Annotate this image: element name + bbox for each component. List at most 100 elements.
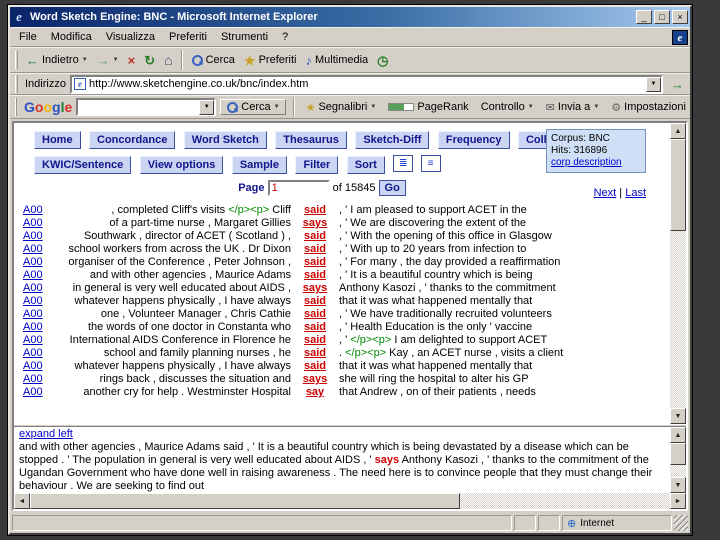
context-vertical-scrollbar[interactable]: ▲ ▼ bbox=[670, 427, 686, 493]
nav-frequency[interactable]: Frequency bbox=[437, 131, 510, 149]
doc-ref-link[interactable]: A00 bbox=[23, 308, 43, 320]
menu-preferiti[interactable]: Preferiti bbox=[162, 29, 214, 45]
back-dropdown-icon[interactable]: ▼ bbox=[82, 57, 88, 63]
doc-ref-link[interactable]: A00 bbox=[23, 217, 43, 229]
history-button[interactable]: ◷ bbox=[373, 52, 392, 69]
context-scroll-down-icon[interactable]: ▼ bbox=[670, 477, 686, 493]
doc-ref-link[interactable]: A00 bbox=[23, 269, 43, 281]
menu-help[interactable]: ? bbox=[275, 29, 295, 45]
home-button[interactable]: ⌂ bbox=[160, 52, 176, 69]
kwic-link[interactable]: said bbox=[304, 295, 326, 307]
forward-button[interactable]: → ▼ bbox=[93, 52, 123, 69]
kwic-link[interactable]: said bbox=[304, 360, 326, 372]
main-scrollbar-track[interactable] bbox=[670, 231, 686, 408]
google-search-input[interactable] bbox=[78, 100, 200, 114]
nav-sketch-diff[interactable]: Sketch-Diff bbox=[355, 131, 430, 149]
corpus-description-link[interactable]: corp description bbox=[551, 157, 622, 168]
nav-concordance[interactable]: Concordance bbox=[89, 131, 176, 149]
google-sendto-button[interactable]: ✉ Invia a ▼ bbox=[542, 100, 604, 115]
kwic-link[interactable]: says bbox=[303, 282, 327, 294]
kwic-link[interactable]: says bbox=[303, 217, 327, 229]
kwic-link[interactable]: said bbox=[304, 334, 326, 346]
kwic-link[interactable]: said bbox=[304, 256, 326, 268]
sort-button[interactable]: Sort bbox=[346, 156, 385, 174]
kwic-link[interactable]: said bbox=[304, 269, 326, 281]
menu-visualizza[interactable]: Visualizza bbox=[99, 29, 162, 45]
context-scroll-up-icon[interactable]: ▲ bbox=[670, 427, 686, 443]
nav-view-options[interactable]: View options bbox=[139, 156, 224, 174]
page-number-input[interactable] bbox=[267, 180, 330, 196]
addressbar-grip[interactable] bbox=[15, 75, 18, 93]
doc-ref-link[interactable]: A00 bbox=[23, 360, 43, 372]
google-search-button[interactable]: Cerca ▼ bbox=[220, 99, 286, 115]
google-search-dropdown[interactable]: ▼ bbox=[199, 99, 215, 115]
doc-ref-link[interactable]: A00 bbox=[23, 373, 43, 385]
doc-ref-link[interactable]: A00 bbox=[23, 282, 43, 294]
sort-frequency-icon-button[interactable]: ≣ bbox=[393, 155, 414, 173]
google-spellcheck-button[interactable]: Controllo ▼ bbox=[477, 100, 538, 114]
address-input[interactable] bbox=[88, 77, 643, 91]
main-scrollbar-thumb[interactable] bbox=[670, 139, 686, 231]
horizontal-scrollbar[interactable]: ◄ ► bbox=[14, 493, 686, 509]
scroll-right-icon[interactable]: ► bbox=[670, 493, 686, 509]
next-page-link[interactable]: Next bbox=[594, 187, 617, 199]
scroll-up-icon[interactable]: ▲ bbox=[670, 123, 686, 139]
favorites-button[interactable]: ★ Preferiti bbox=[240, 52, 301, 69]
nav-home[interactable]: Home bbox=[34, 131, 81, 149]
toolbar-grip[interactable] bbox=[15, 51, 18, 69]
doc-ref-link[interactable]: A00 bbox=[23, 230, 43, 242]
kwic-link[interactable]: say bbox=[306, 386, 324, 398]
expand-left-link[interactable]: expand left bbox=[19, 428, 73, 441]
doc-ref-link[interactable]: A00 bbox=[23, 204, 43, 216]
nav-word-sketch[interactable]: Word Sketch bbox=[183, 131, 267, 149]
kwic-link[interactable]: said bbox=[304, 347, 326, 359]
minimize-button[interactable]: _ bbox=[636, 10, 652, 24]
kwic-link[interactable]: said bbox=[304, 243, 326, 255]
doc-ref-link[interactable]: A00 bbox=[23, 295, 43, 307]
doc-ref-link[interactable]: A00 bbox=[23, 386, 43, 398]
kwic-link[interactable]: says bbox=[303, 373, 327, 385]
context-scrollbar-track[interactable] bbox=[670, 465, 686, 477]
go-icon[interactable]: → bbox=[667, 77, 688, 92]
last-page-link[interactable]: Last bbox=[625, 187, 646, 199]
nav-kwic-sentence[interactable]: KWIC/Sentence bbox=[34, 156, 132, 174]
doc-ref-link[interactable]: A00 bbox=[23, 321, 43, 333]
context-scrollbar-thumb[interactable] bbox=[670, 443, 686, 465]
back-button[interactable]: ← Indietro ▼ bbox=[22, 52, 92, 69]
doc-ref-link[interactable]: A00 bbox=[23, 334, 43, 346]
go-button[interactable]: Go bbox=[378, 180, 406, 196]
refresh-button[interactable]: ↻ bbox=[140, 52, 159, 69]
kwic-link[interactable]: said bbox=[304, 308, 326, 320]
kwic-link[interactable]: said bbox=[304, 321, 326, 333]
sort-order-icon-button[interactable]: ≡ bbox=[420, 155, 441, 173]
kwic-link[interactable]: said bbox=[304, 204, 326, 216]
google-bookmarks-button[interactable]: ★ Segnalibri ▼ bbox=[302, 100, 381, 115]
menu-file[interactable]: File bbox=[12, 29, 44, 45]
doc-ref-link[interactable]: A00 bbox=[23, 256, 43, 268]
scroll-left-icon[interactable]: ◄ bbox=[14, 493, 30, 509]
google-settings-button[interactable]: ⚙ Impostazioni ▼ bbox=[607, 100, 699, 115]
google-pagerank-button[interactable]: PageRank bbox=[384, 100, 472, 114]
menu-modifica[interactable]: Modifica bbox=[44, 29, 99, 45]
kwic-link[interactable]: said bbox=[304, 230, 326, 242]
menu-strumenti[interactable]: Strumenti bbox=[214, 29, 275, 45]
forward-dropdown-icon[interactable]: ▼ bbox=[113, 57, 119, 63]
doc-ref-link[interactable]: A00 bbox=[23, 347, 43, 359]
doc-ref-link[interactable]: A00 bbox=[23, 243, 43, 255]
nav-thesaurus[interactable]: Thesaurus bbox=[275, 131, 347, 149]
horizontal-scrollbar-thumb[interactable] bbox=[30, 493, 460, 509]
address-dropdown-button[interactable]: ▼ bbox=[646, 76, 661, 92]
stop-button[interactable]: × bbox=[124, 52, 140, 69]
sample-button[interactable]: Sample bbox=[231, 156, 287, 174]
scroll-down-icon[interactable]: ▼ bbox=[670, 408, 686, 424]
filter-button[interactable]: Filter bbox=[295, 156, 339, 174]
main-vertical-scrollbar[interactable]: ▲ ▼ bbox=[670, 123, 686, 424]
horizontal-scrollbar-track[interactable] bbox=[460, 493, 670, 509]
resize-grip[interactable] bbox=[674, 515, 688, 531]
maximize-button[interactable]: □ bbox=[654, 10, 670, 24]
close-button[interactable]: × bbox=[672, 10, 688, 24]
googlebar-grip[interactable] bbox=[15, 98, 17, 116]
title-bar[interactable]: e Word Sketch Engine: BNC - Microsoft In… bbox=[10, 7, 690, 27]
search-button[interactable]: Cerca bbox=[187, 52, 239, 68]
media-button[interactable]: ♪ Multimedia bbox=[301, 52, 372, 69]
